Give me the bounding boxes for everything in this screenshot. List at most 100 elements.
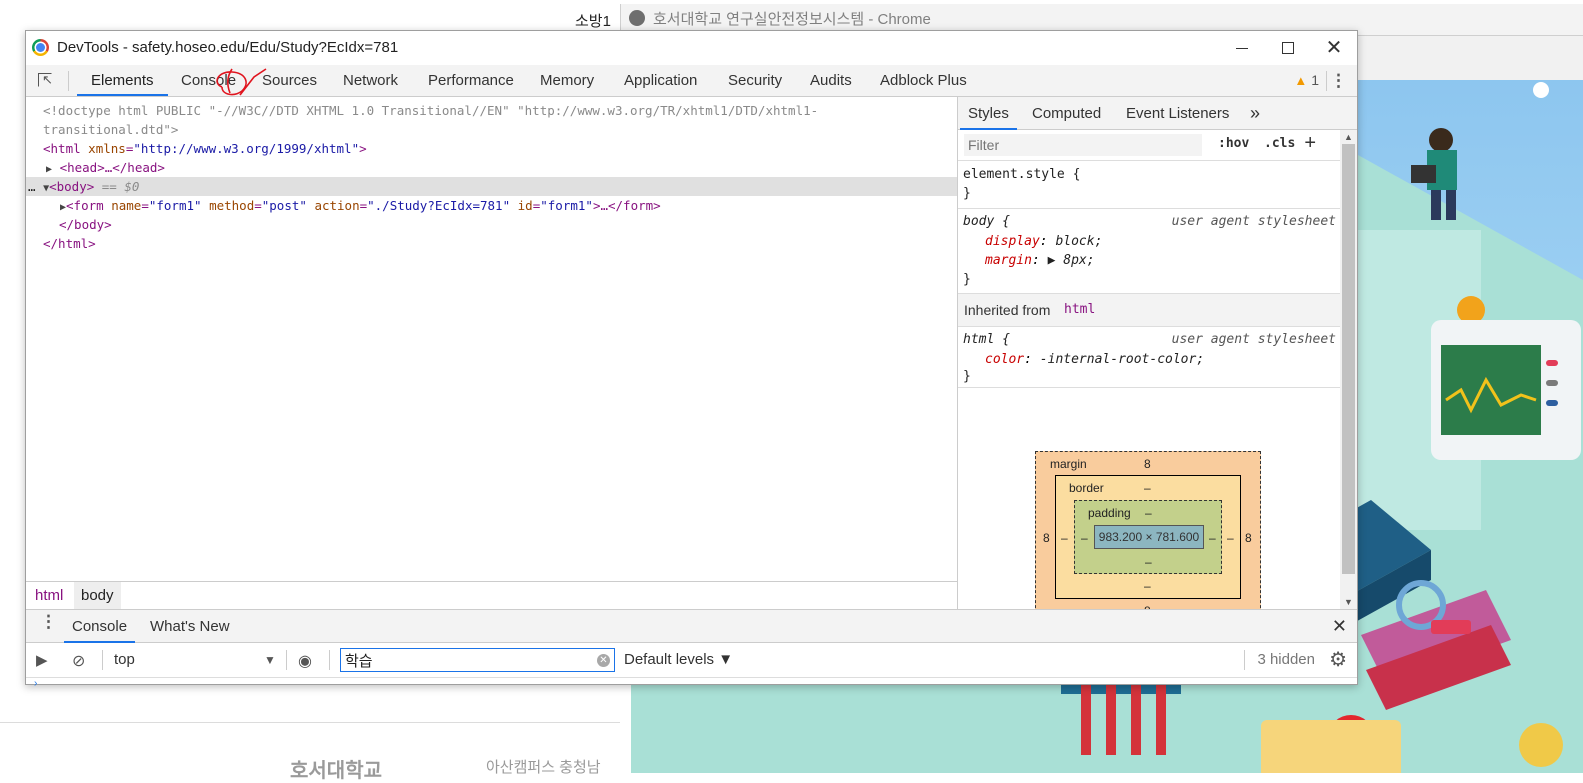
property-value: ▶ 8px; bbox=[1047, 253, 1095, 268]
styles-tabs: Styles Computed Event Listeners » bbox=[958, 97, 1357, 130]
live-expression-eye-icon[interactable]: ◉ bbox=[298, 651, 312, 671]
padding-left-value[interactable]: – bbox=[1081, 531, 1088, 545]
form-attr-action: action bbox=[314, 198, 360, 213]
dom-node-head[interactable]: ▶ <head>…</head> bbox=[46, 158, 165, 179]
chevron-down-icon[interactable]: ▼ bbox=[264, 643, 276, 677]
warning-count: 1 bbox=[1311, 72, 1319, 88]
ellipsis-menu-icon[interactable]: … bbox=[28, 179, 36, 194]
chrome-logo-icon bbox=[32, 39, 49, 56]
close-window-button[interactable]: ✕ bbox=[1311, 31, 1357, 65]
console-filter-input[interactable] bbox=[340, 648, 615, 672]
drawer-tab-console[interactable]: Console bbox=[64, 610, 136, 643]
devtools-window: DevTools - safety.hoseo.edu/Edu/Study?Ec… bbox=[25, 30, 1358, 689]
console-prompt-icon: › bbox=[34, 678, 38, 689]
element-style-rule[interactable]: element.style { } bbox=[958, 161, 1340, 209]
breadcrumb-body[interactable]: body bbox=[74, 582, 121, 610]
scroll-up-arrow-icon[interactable]: ▲ bbox=[1344, 132, 1353, 142]
close-drawer-icon[interactable]: ✕ bbox=[1332, 610, 1347, 643]
tab-styles[interactable]: Styles bbox=[960, 97, 1017, 130]
border-label: border bbox=[1069, 481, 1104, 495]
tab-security[interactable]: Security bbox=[714, 65, 796, 96]
margin-top-value[interactable]: 8 bbox=[1144, 457, 1151, 471]
dom-node-form[interactable]: ▶<form name="form1" method="post" action… bbox=[60, 196, 661, 217]
hover-state-toggle[interactable]: :hov bbox=[1218, 136, 1249, 151]
clear-console-icon[interactable]: ⊘ bbox=[72, 651, 85, 671]
devtools-window-title: DevTools - safety.hoseo.edu/Edu/Study?Ec… bbox=[57, 39, 399, 56]
more-tabs-icon[interactable]: » bbox=[1242, 97, 1268, 130]
minimize-button[interactable] bbox=[1219, 31, 1265, 65]
css-property-color[interactable]: color: -internal-root-color; bbox=[985, 350, 1204, 369]
property-name: color bbox=[985, 352, 1025, 367]
gear-icon[interactable]: ⚙ bbox=[1329, 645, 1347, 675]
form-attr-method: method bbox=[209, 198, 255, 213]
tab-event-listeners[interactable]: Event Listeners bbox=[1118, 97, 1237, 130]
tab-elements[interactable]: Elements bbox=[77, 65, 168, 96]
padding-top-value[interactable]: – bbox=[1145, 506, 1152, 520]
tab-application[interactable]: Application bbox=[610, 65, 711, 96]
dom-node-html[interactable]: <html xmlns="http://www.w3.org/1999/xhtm… bbox=[43, 139, 367, 158]
css-property-display[interactable]: display: block; bbox=[985, 232, 1102, 251]
form-close-tag: >…</form> bbox=[592, 198, 661, 213]
tab-computed[interactable]: Computed bbox=[1024, 97, 1109, 130]
inherited-from-header: Inherited from html bbox=[958, 294, 1340, 327]
tab-performance[interactable]: Performance bbox=[414, 65, 528, 96]
css-property-margin[interactable]: margin: ▶ 8px; bbox=[985, 251, 1095, 270]
padding-bottom-value[interactable]: – bbox=[1145, 555, 1152, 569]
toolbar-separator bbox=[286, 650, 287, 670]
styles-scrollbar[interactable]: ▲ ▼ bbox=[1340, 130, 1357, 609]
dom-node-body[interactable]: … ▼<body> == $0 bbox=[28, 177, 139, 198]
body-style-rule[interactable]: body { user agent stylesheet display: bl… bbox=[958, 209, 1340, 294]
box-model-content-size[interactable]: 983.200 × 781.600 bbox=[1094, 525, 1204, 549]
styles-filter-input[interactable] bbox=[964, 134, 1202, 156]
execution-context-select[interactable]: top bbox=[114, 643, 135, 677]
expand-arrow-icon[interactable]: ▶ bbox=[46, 164, 52, 175]
warning-badge[interactable]: ▲ 1 bbox=[1294, 65, 1319, 96]
styles-sidebar: Styles Computed Event Listeners » :hov .… bbox=[957, 97, 1357, 623]
html-style-rule[interactable]: html { user agent stylesheet color: -int… bbox=[958, 327, 1340, 388]
form-open-tag: <form bbox=[66, 198, 104, 213]
border-right-value[interactable]: – bbox=[1227, 531, 1234, 545]
console-drawer: ⋮ Console What's New ✕ ▶︎ ⊘ top ▼ ◉ ✕ De… bbox=[26, 609, 1357, 689]
scroll-down-arrow-icon[interactable]: ▼ bbox=[1344, 597, 1353, 607]
border-top-value[interactable]: – bbox=[1144, 481, 1151, 495]
element-style-selector: element.style { bbox=[963, 167, 1081, 182]
clear-filter-icon[interactable]: ✕ bbox=[597, 654, 610, 667]
property-name: margin bbox=[985, 253, 1032, 268]
drawer-tab-whats-new[interactable]: What's New bbox=[142, 610, 238, 643]
box-model-margin[interactable]: margin 8 8 8 8 border – – – – padding – … bbox=[1035, 451, 1261, 623]
drawer-menu-icon[interactable]: ⋮ bbox=[40, 612, 57, 632]
toolbar-separator bbox=[1244, 650, 1245, 670]
class-toggle[interactable]: .cls bbox=[1264, 136, 1295, 151]
tab-memory[interactable]: Memory bbox=[526, 65, 608, 96]
toolbar-separator bbox=[329, 650, 330, 670]
breadcrumb-html[interactable]: html bbox=[28, 582, 70, 610]
tab-separator bbox=[68, 71, 69, 91]
inspect-element-icon[interactable] bbox=[38, 72, 53, 88]
devtools-title-bar[interactable]: DevTools - safety.hoseo.edu/Edu/Study?Ec… bbox=[26, 31, 1357, 65]
elements-dom-tree[interactable]: <!doctype html PUBLIC "-//W3C//DTD XHTML… bbox=[26, 97, 957, 581]
border-left-value[interactable]: – bbox=[1061, 531, 1068, 545]
tab-network[interactable]: Network bbox=[329, 65, 412, 96]
form-attr-name: name bbox=[111, 198, 142, 213]
scrollbar-thumb[interactable] bbox=[1342, 144, 1355, 574]
box-model-border[interactable]: border – – – – padding – – – – 983.200 ×… bbox=[1055, 475, 1241, 599]
show-sidebar-icon[interactable]: ▶︎ bbox=[36, 651, 48, 669]
background-toolbar-strip bbox=[1357, 36, 1583, 81]
margin-left-value[interactable]: 8 bbox=[1043, 531, 1050, 545]
log-levels-dropdown[interactable]: Default levels ▼ bbox=[624, 643, 733, 677]
margin-right-value[interactable]: 8 bbox=[1245, 531, 1252, 545]
form-attr-value: "form1" bbox=[148, 198, 202, 213]
inherited-tag-link[interactable]: html bbox=[1064, 294, 1095, 326]
inherited-label: Inherited from bbox=[964, 302, 1051, 318]
new-style-rule-button[interactable]: + bbox=[1304, 132, 1316, 155]
body-rule-source[interactable]: user agent stylesheet bbox=[1172, 212, 1336, 231]
box-model-padding[interactable]: padding – – – – 983.200 × 781.600 bbox=[1074, 500, 1222, 574]
maximize-button[interactable] bbox=[1265, 31, 1311, 65]
padding-right-value[interactable]: – bbox=[1209, 531, 1216, 545]
tab-audits[interactable]: Audits bbox=[796, 65, 866, 96]
more-options-icon[interactable]: ⋮ bbox=[1330, 65, 1347, 96]
body-rule-selector: body { bbox=[963, 214, 1010, 229]
border-bottom-value[interactable]: – bbox=[1144, 579, 1151, 593]
html-rule-source[interactable]: user agent stylesheet bbox=[1172, 330, 1336, 349]
tab-adblock-plus[interactable]: Adblock Plus bbox=[866, 65, 981, 96]
